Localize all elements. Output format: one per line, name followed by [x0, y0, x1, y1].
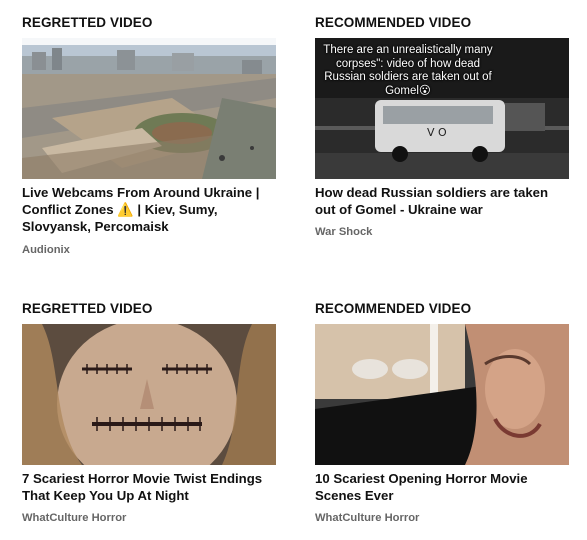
card-label: RECOMMENDED VIDEO: [315, 301, 472, 316]
video-title-text: 7 Scariest Horror Movie Twist Endings Th…: [22, 471, 263, 504]
card-label: REGRETTED VIDEO: [22, 301, 153, 316]
video-thumbnail[interactable]: [315, 324, 569, 465]
card-label: REGRETTED VIDEO: [22, 15, 153, 30]
warning-icon: ⚠️: [117, 202, 134, 218]
channel-name[interactable]: Audionix: [22, 242, 278, 259]
video-title-text: 10 Scariest Opening Horror Movie Scenes …: [315, 471, 528, 504]
video-title[interactable]: Live Webcams From Around Ukraine | Confl…: [22, 184, 278, 259]
video-card-regretted-2[interactable]: REGRETTED VIDEO 7 Scariest Horror Movie …: [22, 300, 276, 524]
video-title[interactable]: How dead Russian soldiers are taken out …: [315, 184, 571, 242]
video-title[interactable]: 10 Scariest Opening Horror Movie Scenes …: [315, 470, 571, 528]
stitched-face-icon: [22, 324, 276, 465]
video-thumbnail[interactable]: V O There are an unrealistically many co…: [315, 38, 569, 179]
video-card-recommended-2[interactable]: RECOMMENDED VIDEO 10 Scariest Opening Ho…: [315, 300, 569, 524]
card-label: RECOMMENDED VIDEO: [315, 15, 472, 30]
video-thumbnail[interactable]: [22, 38, 276, 179]
video-card-recommended-1[interactable]: RECOMMENDED VIDEO V O There are an unrea…: [315, 14, 569, 238]
channel-name[interactable]: War Shock: [315, 224, 571, 241]
channel-name[interactable]: WhatCulture Horror: [22, 510, 278, 527]
svg-text:V O: V O: [427, 126, 447, 139]
horror-faces-icon: [315, 324, 569, 465]
video-title-text: How dead Russian soldiers are taken out …: [315, 185, 549, 218]
video-card-regretted-1[interactable]: REGRETTED VIDEO Live Webcams From Around…: [22, 14, 276, 256]
thumbnail-caption: There are an unrealistically many corpse…: [323, 44, 493, 97]
webcam-city-square-icon: [22, 38, 276, 179]
video-title[interactable]: 7 Scariest Horror Movie Twist Endings Th…: [22, 470, 278, 528]
channel-name[interactable]: WhatCulture Horror: [315, 510, 571, 527]
video-thumbnail[interactable]: [22, 324, 276, 465]
